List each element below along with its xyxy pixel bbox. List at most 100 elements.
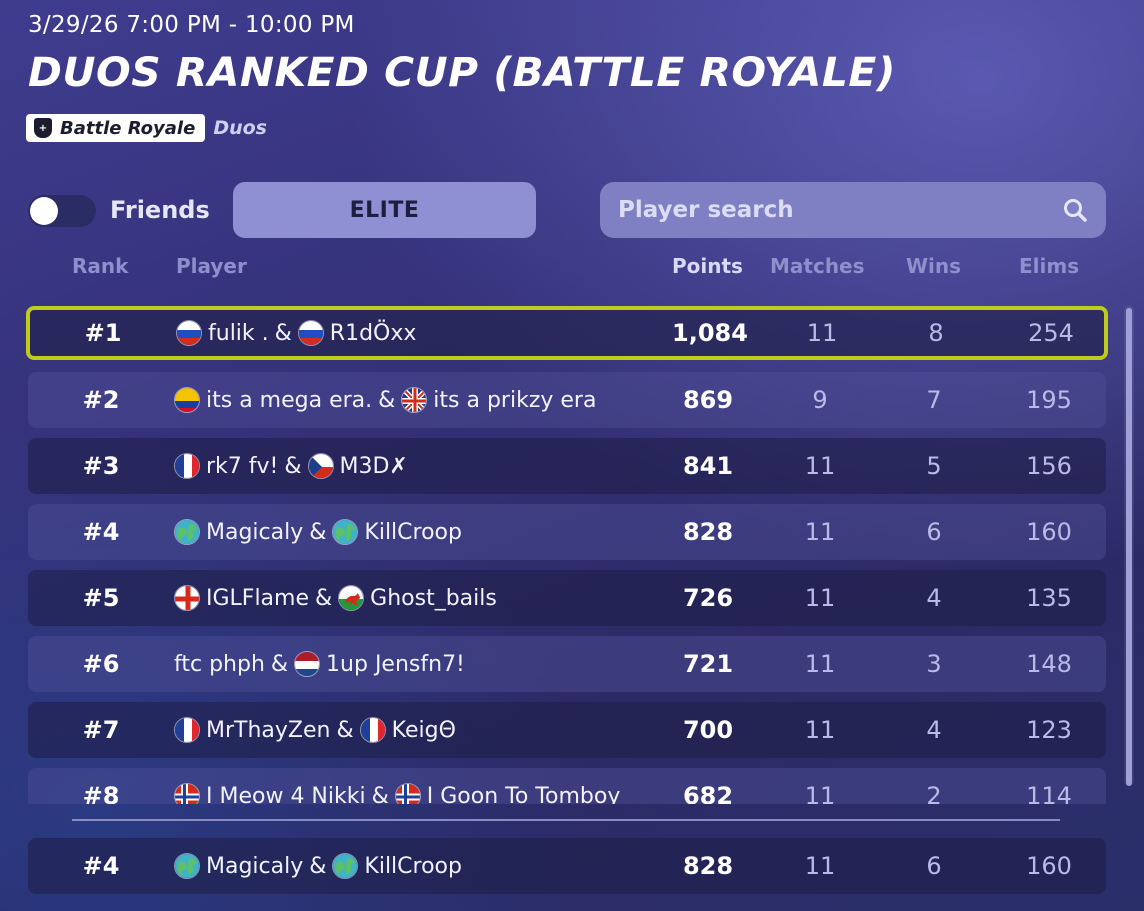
- player-name: rk7 fv!: [206, 453, 279, 479]
- elims-cell: 254: [1028, 319, 1074, 347]
- ampersand: &: [270, 651, 289, 677]
- ampersand: &: [309, 519, 327, 545]
- flag-norway-icon: [174, 783, 200, 804]
- player-name: M3D✗: [339, 453, 408, 479]
- wins-cell: 4: [926, 716, 942, 744]
- wins-cell: 5: [926, 452, 942, 480]
- flag-france-icon: [174, 717, 200, 743]
- players-cell: I Meow 4 Nikki & I Goon To Tomboy: [174, 783, 620, 804]
- rank-cell: #8: [82, 782, 120, 804]
- points-cell: 700: [682, 716, 734, 744]
- player-name: 1up Jensfn7!: [326, 651, 465, 677]
- points-cell: 721: [682, 650, 734, 678]
- column-points: Points: [672, 254, 743, 278]
- points-cell: 828: [682, 852, 734, 880]
- flag-france-icon: [359, 717, 386, 743]
- player-name: Magicaly: [206, 853, 304, 879]
- flag-russia-icon: [297, 320, 324, 346]
- mode-chip: + Battle Royale: [26, 114, 206, 142]
- player-name: KillCroop: [364, 853, 462, 879]
- elims-cell: 114: [1026, 782, 1072, 804]
- matches-cell: 11: [804, 852, 836, 880]
- leaderboard-row[interactable]: #4 Magicaly & KillCroop 828 11 6 160: [28, 504, 1106, 560]
- mode-chip-label: Battle Royale: [60, 117, 196, 139]
- flag-england-icon: [174, 585, 200, 611]
- elims-cell: 135: [1026, 584, 1072, 612]
- scrollbar-thumb[interactable]: [1126, 308, 1132, 786]
- leaderboard-row[interactable]: #3 rk7 fv! & M3D✗ 841 11 5 156: [28, 438, 1106, 494]
- wins-cell: 8: [928, 319, 944, 347]
- rank-cell: #6: [82, 650, 120, 678]
- matches-cell: 9: [812, 386, 828, 414]
- flag-colombia-icon: [174, 387, 200, 413]
- matches-cell: 11: [804, 584, 836, 612]
- ampersand: &: [378, 387, 396, 413]
- friends-label: Friends: [110, 196, 210, 224]
- matches-cell: 11: [804, 518, 836, 546]
- wins-cell: 4: [926, 584, 942, 612]
- ampersand: &: [371, 783, 389, 805]
- player-search-input[interactable]: [618, 197, 1062, 223]
- ampersand: &: [284, 453, 302, 479]
- wins-cell: 2: [926, 782, 942, 804]
- flag-norway-icon: [394, 783, 421, 804]
- rank-cell: #4: [82, 852, 120, 880]
- division-elite-button[interactable]: ELITE: [233, 182, 536, 238]
- elims-cell: 195: [1026, 386, 1072, 414]
- matches-cell: 11: [804, 650, 836, 678]
- matches-cell: 11: [804, 716, 836, 744]
- player-name: Magicaly: [206, 519, 304, 545]
- ampersand: &: [274, 320, 292, 346]
- player-name: R1dÖxx: [329, 320, 417, 346]
- player-name: I Meow 4 Nikki: [206, 783, 366, 805]
- player-search-box[interactable]: [600, 182, 1106, 238]
- player-name: KillCroop: [364, 519, 462, 545]
- leaderboard-row[interactable]: #4 Magicaly & KillCroop 828 11 6 160: [28, 838, 1106, 894]
- column-player: Player: [176, 254, 247, 278]
- search-icon[interactable]: [1062, 197, 1088, 223]
- team-size-label: Duos: [213, 117, 267, 139]
- matches-cell: 11: [806, 319, 838, 347]
- points-cell: 682: [682, 782, 734, 804]
- points-cell: 828: [682, 518, 734, 546]
- flag-uk-icon: [401, 387, 428, 413]
- elims-cell: 160: [1026, 852, 1072, 880]
- players-cell: fulik . & R1dÖxx: [176, 320, 416, 346]
- event-title: DUOS RANKED CUP (BATTLE ROYALE): [28, 50, 896, 96]
- friends-toggle[interactable]: [28, 195, 96, 227]
- players-cell: Magicaly & KillCroop: [174, 519, 462, 545]
- elims-cell: 123: [1026, 716, 1072, 744]
- flag-netherlands-icon: [294, 651, 321, 677]
- points-cell: 869: [682, 386, 734, 414]
- leaderboard-row[interactable]: #5 IGLFlame & Ghost_bails 726 11 4 135: [28, 570, 1106, 626]
- player-name: its a prikzy era: [433, 387, 597, 413]
- leaderboard-row[interactable]: #8 I Meow 4 Nikki & I Goon To Tomboy 682 11 2 1…: [28, 768, 1106, 804]
- players-cell: Magicaly & KillCroop: [174, 853, 462, 879]
- leaderboard-row[interactable]: #6 ftc phph & 1up Jensfn7! 721 11 3 148: [28, 636, 1106, 692]
- flag-france-icon: [174, 453, 200, 479]
- leaderboard-row[interactable]: #1 fulik . & R1dÖxx 1,084 11 8 254: [26, 306, 1108, 360]
- player-name: IGLFlame: [206, 585, 310, 611]
- rank-cell: #3: [82, 452, 120, 480]
- event-time-range: 3/29/26 7:00 PM - 10:00 PM: [28, 12, 355, 38]
- flag-globe-icon: [332, 519, 359, 545]
- rank-cell: #2: [82, 386, 120, 414]
- flag-globe-icon: [332, 853, 359, 879]
- shield-badge-icon: +: [34, 118, 52, 138]
- event-tags: + Battle Royale Duos: [26, 114, 267, 142]
- wins-cell: 6: [926, 518, 942, 546]
- wins-cell: 7: [926, 386, 942, 414]
- leaderboard-row[interactable]: #2 its a mega era. & its a prikzy era 869 9 7 1…: [28, 372, 1106, 428]
- column-rank: Rank: [72, 254, 129, 278]
- rank-cell: #7: [82, 716, 120, 744]
- points-cell: 1,084: [672, 319, 748, 347]
- leaderboard-row[interactable]: #7 MrThayZen & KeigΘ 700 11 4 123: [28, 702, 1106, 758]
- wins-cell: 3: [926, 650, 942, 678]
- leaderboard-header: Rank Player Points Matches Wins Elims: [28, 254, 1108, 284]
- points-cell: 841: [682, 452, 734, 480]
- leaderboard-list[interactable]: #1 fulik . & R1dÖxx 1,084 11 8 254 #2 its a mega …: [0, 300, 1144, 804]
- player-name: I Goon To Tomboy: [426, 783, 621, 805]
- flag-czech-icon: [307, 453, 334, 479]
- flag-globe-icon: [174, 853, 200, 879]
- wins-cell: 6: [926, 852, 942, 880]
